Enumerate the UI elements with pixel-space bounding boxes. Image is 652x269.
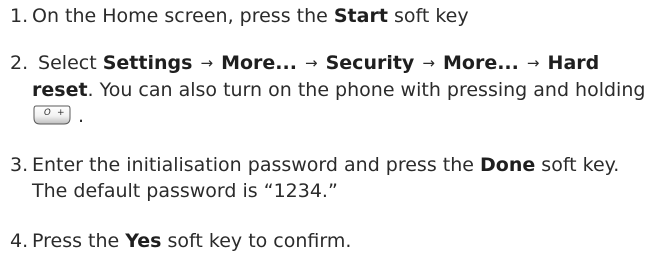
step-text: . You can also turn on the phone with pr… bbox=[87, 79, 646, 101]
step-number: 3. bbox=[10, 154, 29, 176]
menu-path-more: More... bbox=[221, 52, 297, 74]
right-arrow-icon: → bbox=[526, 54, 540, 72]
instruction-steps: 1. On the Home screen, press the Start s… bbox=[10, 0, 646, 254]
menu-path-security: Security bbox=[325, 52, 415, 74]
step-3: 3. Enter the initialisation password and… bbox=[10, 152, 646, 204]
step-number: 4. bbox=[10, 230, 29, 252]
zero-plus-key-icon: O + bbox=[33, 104, 71, 126]
right-arrow-icon: → bbox=[304, 54, 318, 72]
right-arrow-icon: → bbox=[422, 54, 435, 72]
step-number: 1. bbox=[10, 5, 29, 27]
menu-path-more: More... bbox=[443, 52, 519, 74]
step-text: Press the bbox=[32, 230, 126, 252]
svg-text:O: O bbox=[44, 108, 51, 118]
done-softkey-label: Done bbox=[480, 154, 536, 176]
step-text: On the Home screen, press the bbox=[32, 5, 334, 27]
yes-softkey-label: Yes bbox=[125, 230, 162, 252]
step-number: 2. bbox=[10, 52, 29, 74]
step-text: Select bbox=[38, 52, 103, 74]
step-text: Enter the initialisation password and pr… bbox=[32, 154, 480, 176]
right-arrow-icon: → bbox=[200, 54, 214, 72]
menu-path-settings: Settings bbox=[102, 52, 193, 74]
step-2: 2. Select Settings → More... → Security … bbox=[10, 50, 646, 129]
step-text: . bbox=[72, 105, 85, 127]
start-softkey-label: Start bbox=[333, 5, 388, 27]
svg-text:+: + bbox=[57, 108, 65, 118]
step-text: soft key bbox=[387, 5, 469, 27]
step-4: 4. Press the Yes soft key to confirm. bbox=[10, 228, 646, 254]
step-1: 1. On the Home screen, press the Start s… bbox=[10, 3, 646, 29]
step-text: soft key to confirm. bbox=[161, 230, 352, 252]
